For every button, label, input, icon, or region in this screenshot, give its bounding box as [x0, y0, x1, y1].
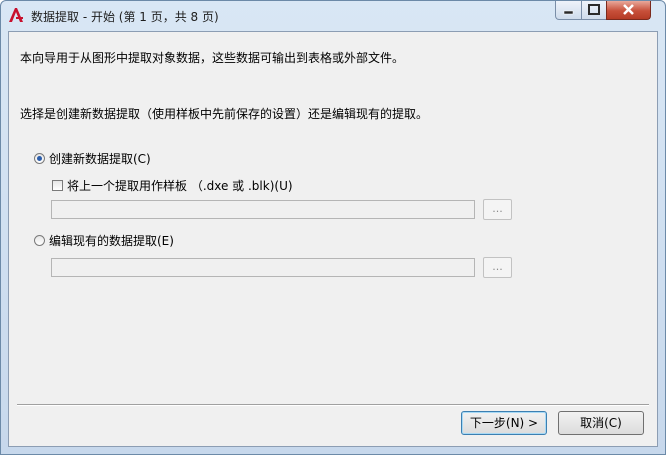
minimize-button[interactable]: [555, 1, 582, 20]
edit-existing-label[interactable]: 编辑现有的数据提取(E): [49, 232, 174, 249]
create-new-label[interactable]: 创建新数据提取(C): [49, 150, 151, 167]
existing-browse-button[interactable]: ...: [483, 257, 512, 278]
template-browse-button[interactable]: ...: [483, 199, 512, 220]
cancel-button[interactable]: 取消(C): [558, 411, 644, 435]
prompt-text: 选择是创建新数据提取（使用样板中先前保存的设置）还是编辑现有的提取。: [20, 107, 429, 121]
use-template-label[interactable]: 将上一个提取用作样板 （.dxe 或 .blk)(U): [67, 177, 293, 194]
create-new-radio[interactable]: [34, 153, 45, 164]
next-button[interactable]: 下一步(N) >: [461, 411, 547, 435]
close-button[interactable]: [606, 1, 651, 20]
edit-existing-radio[interactable]: [34, 235, 45, 246]
maximize-icon: [588, 4, 600, 15]
use-template-checkbox[interactable]: [52, 180, 63, 191]
minimize-icon: [563, 10, 574, 15]
existing-path-field[interactable]: [51, 258, 475, 277]
button-separator: [17, 404, 649, 406]
intro-text: 本向导用于从图形中提取对象数据，这些数据可输出到表格或外部文件。: [20, 51, 405, 65]
autocad-logo-icon: [9, 8, 23, 22]
title-bar[interactable]: 数据提取 - 开始 (第 1 页，共 8 页): [1, 1, 665, 31]
close-icon: [623, 4, 634, 15]
template-path-field[interactable]: [51, 200, 475, 219]
dialog-body: 本向导用于从图形中提取对象数据，这些数据可输出到表格或外部文件。 选择是创建新数…: [8, 31, 658, 447]
window-title: 数据提取 - 开始 (第 1 页，共 8 页): [31, 10, 219, 24]
maximize-button[interactable]: [581, 1, 607, 20]
dialog-window: 数据提取 - 开始 (第 1 页，共 8 页) 本向导用于从图形中提取对象数据，…: [0, 0, 666, 455]
